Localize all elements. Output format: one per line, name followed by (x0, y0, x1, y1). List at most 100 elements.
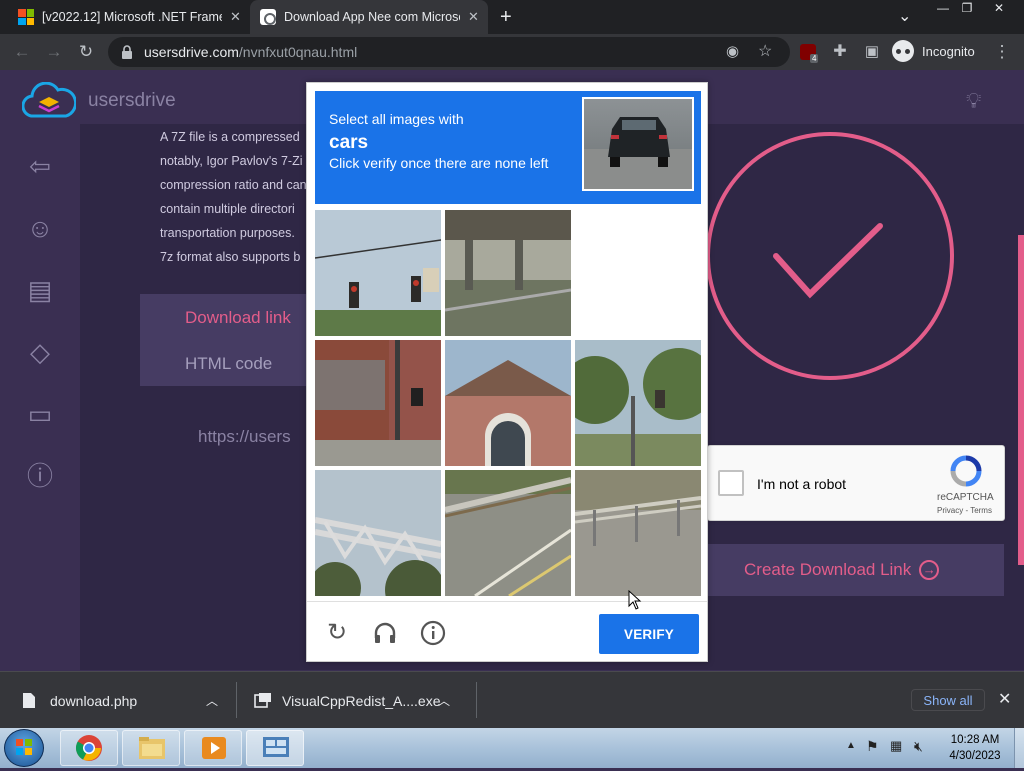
challenge-target: cars (329, 132, 369, 153)
show-all-downloads-button[interactable]: Show all (911, 689, 985, 711)
earn-money-icon[interactable]: ▭ (24, 398, 56, 430)
bookmark-star-icon[interactable]: ☆ (758, 41, 772, 61)
challenge-help-info-icon[interactable] (420, 620, 446, 646)
verify-button[interactable]: VERIFY (599, 614, 699, 654)
tab-close-icon[interactable]: ✕ (468, 9, 479, 25)
tile-image (575, 340, 701, 466)
recaptcha-privacy-terms[interactable]: Privacy - Terms (937, 506, 992, 515)
taskbar-explorer-button[interactable] (122, 730, 180, 766)
media-player-icon (202, 737, 226, 759)
back-icon[interactable]: ← (10, 42, 34, 62)
browser-toolbar: ← → ↻ usersdrive.com/nvnfxut0qnau.html ◉… (0, 34, 1024, 70)
side-panel-icon[interactable]: ▣ (860, 42, 884, 62)
show-hidden-icons-button[interactable]: ▲ (846, 740, 856, 751)
lock-icon (122, 45, 132, 59)
create-link-label: Create Download Link (744, 560, 912, 579)
description-line: A 7Z file is a compressed (160, 130, 300, 144)
windows-logo-icon (16, 739, 32, 755)
challenge-tile-overpass[interactable] (445, 210, 571, 336)
system-clock[interactable]: 10:28 AM 4/30/2023 (940, 732, 1010, 764)
challenge-tile-brick-building[interactable] (315, 340, 441, 466)
challenge-tile-trees-traffic-light[interactable] (575, 340, 701, 466)
info-icon[interactable]: ⓘ (24, 460, 56, 492)
extensions-puzzle-icon[interactable]: ✚ (828, 42, 852, 62)
premium-diamond-icon[interactable]: ◇ (24, 336, 56, 368)
close-download-shelf-icon[interactable]: ✕ (998, 689, 1011, 709)
tab-html-code[interactable]: HTML code (185, 354, 272, 374)
site-logo-text[interactable]: usersdrive (88, 90, 176, 112)
address-bar[interactable]: usersdrive.com/nvnfxut0qnau.html ◉ ☆ (108, 37, 790, 67)
success-check-circle (706, 132, 954, 380)
challenge-tile-empty[interactable] (575, 210, 701, 336)
description-line: compression ratio and can (160, 178, 307, 192)
page-scrollbar[interactable] (1018, 235, 1024, 565)
tile-image (575, 470, 701, 596)
reload-icon[interactable]: ↻ (74, 42, 98, 62)
theme-lightbulb-icon[interactable]: 💡︎ (966, 88, 981, 114)
download-url-preview: https://users (198, 427, 291, 446)
tab-download-link[interactable]: Download link (185, 308, 291, 328)
audio-challenge-headphones-icon[interactable] (372, 620, 398, 646)
site-sidebar: ⇦ ☺ ▤ ◇ ▭ ⓘ (0, 70, 80, 670)
challenge-tile-brick-house[interactable] (445, 340, 571, 466)
download-options-chevron-icon[interactable]: ︿ (206, 692, 218, 709)
usersdrive-cloud-logo-icon[interactable] (22, 82, 76, 120)
ublock-extension-icon[interactable]: 4 (800, 44, 819, 63)
link-type-tabs: Download link HTML code (140, 294, 310, 386)
download-item[interactable]: download.php ︿ (22, 672, 232, 729)
reload-challenge-icon[interactable]: ↻ (324, 620, 350, 646)
tracking-blocked-icon[interactable]: ◉ (726, 42, 739, 60)
challenge-hint: Click verify once there are none left (329, 155, 549, 171)
forward-icon[interactable]: → (42, 42, 66, 62)
network-icon[interactable]: ▦ (890, 738, 902, 754)
recaptcha-widget: I'm not a robot reCAPTCHA Privacy - Term… (707, 445, 1005, 521)
challenge-tile-road-railing[interactable] (575, 470, 701, 596)
tile-image (315, 210, 441, 336)
file-icon (23, 693, 35, 708)
download-options-chevron-icon[interactable]: ︿ (438, 692, 450, 709)
restore-button[interactable]: ❐ (952, 0, 982, 18)
profile-label: Incognito (922, 43, 975, 59)
register-user-icon[interactable]: ☺ (24, 212, 56, 244)
challenge-footer: ↻ VERIFY (307, 601, 707, 661)
tab-title: Download App Nee com Microsof (284, 10, 460, 24)
tab-close-icon[interactable]: ✕ (230, 9, 241, 25)
url-host: usersdrive.com (144, 44, 239, 60)
create-download-link-button[interactable]: Create Download Link → (706, 544, 1004, 596)
challenge-tile-road-guardrail[interactable] (445, 470, 571, 596)
challenge-tile-traffic-lights[interactable] (315, 210, 441, 336)
browser-tab-dotnet[interactable]: [v2022.12] Microsoft .NET Framew ✕ (8, 0, 248, 34)
tab-title: [v2022.12] Microsoft .NET Framew (42, 10, 222, 24)
browser-tab-download-app[interactable]: Download App Nee com Microsof ✕ (250, 0, 488, 34)
start-button[interactable] (4, 729, 44, 767)
news-icon[interactable]: ▤ (24, 274, 56, 306)
description-line: contain multiple directori (160, 202, 295, 216)
recaptcha-label: I'm not a robot (757, 476, 847, 492)
mouse-cursor-icon (628, 590, 642, 610)
taskbar-media-player-button[interactable] (184, 730, 242, 766)
description-line: 7z format also supports b (160, 250, 301, 264)
clock-time: 10:28 AM (950, 734, 1000, 746)
tile-image (445, 210, 571, 336)
description-line: notably, Igor Pavlov's 7-Zi (160, 154, 303, 168)
action-center-flag-icon[interactable]: ⚑ (866, 738, 879, 755)
description-line: transportation purposes. (160, 226, 295, 240)
taskbar-control-panel-button[interactable] (246, 730, 304, 766)
chrome-icon (75, 735, 102, 761)
volume-muted-icon[interactable]: 🔇︎ (914, 738, 923, 755)
new-tab-button[interactable]: + (500, 6, 512, 29)
download-item[interactable]: VisualCppRedist_A....exe ︿ (254, 672, 464, 729)
login-icon[interactable]: ⇦ (24, 150, 56, 182)
challenge-sample-image (582, 97, 694, 191)
challenge-header: Select all images with cars Click verify… (315, 91, 701, 204)
taskbar-chrome-button[interactable] (60, 730, 118, 766)
challenge-tile-bridge-trusses[interactable] (315, 470, 441, 596)
show-desktop-button[interactable] (1014, 728, 1024, 768)
recaptcha-checkbox[interactable] (718, 470, 744, 496)
folder-icon (139, 737, 165, 759)
browser-menu-icon[interactable]: ⋮ (990, 42, 1014, 62)
incognito-profile-button[interactable]: Incognito (892, 40, 975, 62)
close-window-button[interactable]: ✕ (984, 0, 1014, 18)
url-path: /nvnfxut0qnau.html (238, 44, 358, 60)
tab-search-button[interactable]: ⌄ (898, 6, 911, 26)
